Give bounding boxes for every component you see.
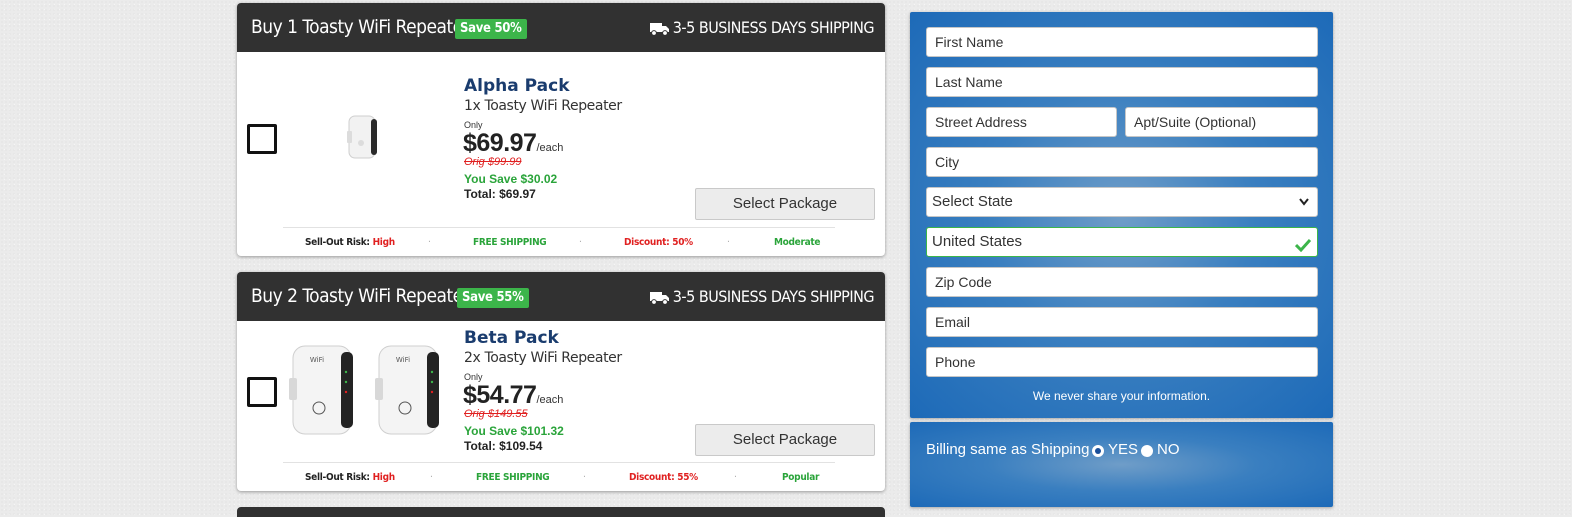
discount-label: Discount: 55% bbox=[629, 472, 698, 483]
privacy-note: We never share your information. bbox=[1032, 389, 1211, 403]
pack-name: Alpha Pack bbox=[464, 76, 570, 96]
wifi-repeater-image: WiFi WiFi bbox=[289, 345, 439, 435]
price-unit: /each bbox=[536, 142, 564, 154]
free-shipping-label: FREE SHIPPING bbox=[473, 237, 547, 248]
pack-subtitle: 2x Toasty WiFi Repeater bbox=[464, 350, 622, 366]
shipping-info: 3-5 BUSINESS DAYS SHIPPING bbox=[649, 18, 875, 37]
package-card-beta: Buy 2 Toasty WiFi Repeater Save 55% 3-5 … bbox=[237, 272, 885, 491]
total: Total: $109.54 bbox=[464, 439, 543, 453]
package-card-next bbox=[237, 507, 885, 517]
package-stats: Sell-Out Risk: High · FREE SHIPPING · Di… bbox=[283, 462, 835, 491]
phone-field[interactable]: Phone bbox=[926, 347, 1318, 377]
price-unit: /each bbox=[536, 394, 564, 406]
checkmark-icon bbox=[1294, 234, 1312, 262]
apt-suite-field[interactable]: Apt/Suite (Optional) bbox=[1125, 107, 1318, 137]
total: Total: $69.97 bbox=[464, 187, 536, 201]
state-select-value: Select State bbox=[932, 193, 1013, 210]
original-price: Orig $149.55 bbox=[464, 408, 528, 420]
sell-out-risk: Sell-Out Risk: High bbox=[305, 237, 395, 248]
original-price: Orig $99.99 bbox=[464, 156, 522, 168]
price: $69.97/each bbox=[463, 129, 563, 158]
truck-icon bbox=[649, 292, 669, 305]
price: $54.77/each bbox=[463, 381, 563, 410]
separator-dot: · bbox=[727, 237, 730, 248]
package-header: Buy 2 Toasty WiFi Repeater Save 55% 3-5 … bbox=[237, 272, 885, 321]
shipping-form: First Name Last Name Street Address Apt/… bbox=[910, 12, 1333, 418]
shipping-text: 3-5 BUSINESS DAYS SHIPPING bbox=[672, 287, 875, 306]
risk-label: Sell-Out Risk: bbox=[305, 472, 370, 483]
price-value: $69.97 bbox=[463, 129, 537, 157]
street-address-field[interactable]: Street Address bbox=[926, 107, 1117, 137]
last-name-field[interactable]: Last Name bbox=[926, 67, 1318, 97]
package-checkbox[interactable] bbox=[247, 124, 277, 154]
separator-dot: · bbox=[579, 237, 582, 248]
state-select[interactable]: Select State bbox=[926, 187, 1318, 217]
price-value: $54.77 bbox=[463, 381, 537, 409]
select-package-button[interactable]: Select Package bbox=[695, 424, 875, 456]
package-tag: Moderate bbox=[774, 237, 821, 248]
svg-text:WiFi: WiFi bbox=[396, 356, 410, 364]
savings: You Save $30.02 bbox=[464, 172, 558, 186]
country-select-value: United States bbox=[932, 233, 1023, 250]
zip-code-field[interactable]: Zip Code bbox=[926, 267, 1318, 297]
billing-label: Billing same as Shipping bbox=[926, 441, 1090, 458]
package-checkbox[interactable] bbox=[247, 377, 277, 407]
risk-value: High bbox=[372, 237, 396, 248]
separator-dot: · bbox=[583, 472, 586, 483]
package-title: Buy 2 Toasty WiFi Repeater bbox=[251, 285, 470, 307]
shipping-text: 3-5 BUSINESS DAYS SHIPPING bbox=[672, 18, 875, 37]
savings: You Save $101.32 bbox=[464, 424, 564, 438]
risk-value: High bbox=[372, 472, 396, 483]
truck-icon bbox=[649, 23, 669, 36]
discount-label: Discount: 50% bbox=[624, 237, 693, 248]
separator-dot: · bbox=[734, 472, 737, 483]
select-package-button[interactable]: Select Package bbox=[695, 188, 875, 220]
billing-yes-radio[interactable] bbox=[1092, 445, 1104, 457]
wifi-repeater-image bbox=[347, 115, 377, 159]
email-field[interactable]: Email bbox=[926, 307, 1318, 337]
first-name-field[interactable]: First Name bbox=[926, 27, 1318, 57]
risk-label: Sell-Out Risk: bbox=[305, 237, 370, 248]
package-title: Buy 1 Toasty WiFi Repeater bbox=[251, 16, 470, 38]
billing-no-label[interactable]: NO bbox=[1157, 441, 1180, 458]
separator-dot: · bbox=[430, 472, 433, 483]
package-header: Buy 1 Toasty WiFi Repeater Save 50% 3-5 … bbox=[237, 3, 885, 52]
save-badge: Save 55% bbox=[457, 288, 529, 308]
billing-yes-label[interactable]: YES bbox=[1108, 441, 1138, 458]
separator-dot: · bbox=[428, 237, 431, 248]
package-stats: Sell-Out Risk: High · FREE SHIPPING · Di… bbox=[283, 227, 835, 256]
pack-name: Beta Pack bbox=[464, 328, 559, 348]
pack-subtitle: 1x Toasty WiFi Repeater bbox=[464, 98, 622, 114]
shipping-info: 3-5 BUSINESS DAYS SHIPPING bbox=[649, 287, 875, 306]
package-tag: Popular bbox=[782, 472, 820, 483]
billing-panel: Billing same as Shipping YES NO bbox=[910, 422, 1333, 507]
billing-no-radio[interactable] bbox=[1141, 445, 1153, 457]
country-select[interactable]: United States bbox=[926, 227, 1318, 257]
svg-text:WiFi: WiFi bbox=[310, 356, 324, 364]
save-badge: Save 50% bbox=[455, 19, 527, 39]
chevron-down-icon bbox=[1299, 188, 1309, 226]
free-shipping-label: FREE SHIPPING bbox=[476, 472, 550, 483]
city-field[interactable]: City bbox=[926, 147, 1318, 177]
package-card-alpha: Buy 1 Toasty WiFi Repeater Save 50% 3-5 … bbox=[237, 3, 885, 256]
sell-out-risk: Sell-Out Risk: High bbox=[305, 472, 395, 483]
